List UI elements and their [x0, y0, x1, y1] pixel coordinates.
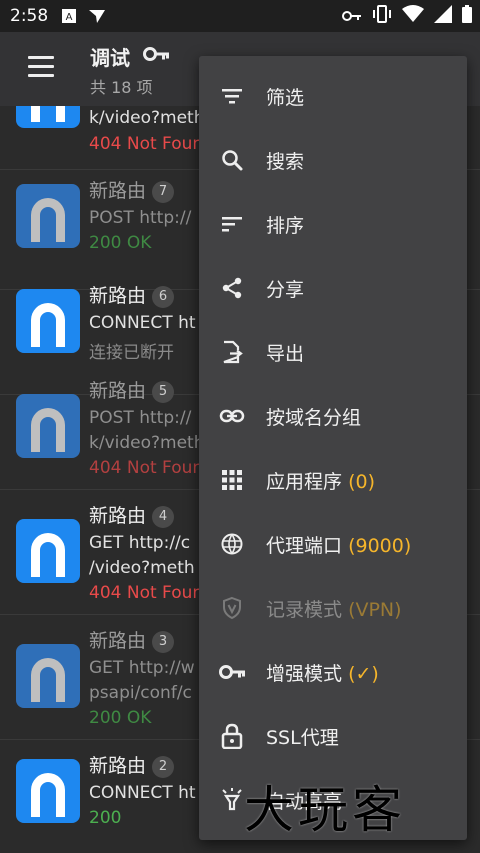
status-text: 200	[89, 808, 122, 828]
menu-item-search[interactable]: 搜索	[199, 128, 467, 192]
overflow-menu: 筛选 搜索 排序 分享 导出 按域名分组 应用程序 (0) 代理端口 (9000…	[199, 56, 467, 840]
export-icon	[219, 339, 245, 365]
menu-item-share[interactable]: 分享	[199, 256, 467, 320]
status-bar: 2:58 A	[0, 0, 480, 32]
key-icon	[219, 659, 245, 685]
apps-grid-icon	[219, 467, 245, 493]
count-badge: 7	[152, 180, 175, 203]
hamburger-menu-icon[interactable]	[28, 56, 62, 82]
item-name: 新路由 6	[89, 281, 175, 308]
status-text: 200 OK	[89, 233, 152, 253]
svg-text:A: A	[66, 12, 73, 23]
route-app-icon	[16, 184, 80, 248]
battery-icon	[462, 5, 472, 27]
menu-item-apps[interactable]: 应用程序 (0)	[199, 448, 467, 512]
signal-icon	[434, 5, 452, 27]
item-count: 共 18 项	[90, 78, 153, 97]
status-text: 404 Not Foun	[89, 134, 204, 154]
item-name: 新路由 4	[89, 501, 175, 528]
watermark-logo: 大玩客	[244, 781, 406, 839]
item-name: 新路由 2	[89, 751, 175, 778]
status-text: 404 Not Foun	[89, 583, 204, 603]
lock-icon	[219, 723, 245, 749]
menu-item-record-mode[interactable]: 记录模式 (VPN)	[199, 576, 467, 640]
request-url: GET http://w	[89, 658, 195, 678]
route-app-icon	[16, 106, 80, 128]
wifi-icon	[402, 5, 424, 27]
request-url: CONNECT ht	[89, 783, 196, 803]
search-icon	[219, 147, 245, 173]
request-url: GET http://c	[89, 533, 191, 553]
item-name: 新路由 7	[89, 176, 175, 203]
item-name: 新路由 5	[89, 376, 175, 403]
request-url: POST http://	[89, 408, 192, 428]
route-app-icon	[16, 519, 80, 583]
route-app-icon	[16, 394, 80, 458]
sort-icon	[219, 211, 245, 237]
signal-flag-icon	[88, 8, 106, 24]
status-text: 404 Not Foun	[89, 458, 204, 478]
route-app-icon	[16, 289, 80, 353]
menu-item-ssl-proxy[interactable]: SSL代理	[199, 704, 467, 768]
count-badge: 5	[152, 380, 175, 403]
request-url: CONNECT ht	[89, 313, 196, 333]
menu-item-filter[interactable]: 筛选	[199, 64, 467, 128]
count-badge: 4	[152, 505, 175, 528]
count-badge: 6	[152, 285, 175, 308]
route-app-icon	[16, 644, 80, 708]
page-title: 调试	[90, 46, 130, 70]
count-badge: 2	[152, 755, 175, 778]
request-url: POST http://	[89, 208, 192, 228]
vpn-shield-icon	[219, 595, 245, 621]
highlight-icon	[219, 787, 245, 813]
menu-item-export[interactable]: 导出	[199, 320, 467, 384]
menu-item-proxy-port[interactable]: 代理端口 (9000)	[199, 512, 467, 576]
menu-item-group-by-domain[interactable]: 按域名分组	[199, 384, 467, 448]
link-icon	[219, 403, 245, 429]
item-name: 新路由 3	[89, 626, 175, 653]
vibrate-icon	[372, 5, 392, 27]
count-badge: 3	[152, 630, 175, 653]
request-url-cont: /video?meth	[89, 558, 195, 578]
menu-item-sort[interactable]: 排序	[199, 192, 467, 256]
status-text: 200 OK	[89, 708, 152, 728]
filter-icon	[219, 83, 245, 109]
globe-icon	[219, 531, 245, 557]
menu-item-enhanced-mode[interactable]: 增强模式 (✓)	[199, 640, 467, 704]
key-icon	[143, 46, 169, 66]
request-url-cont: psapi/conf/c	[89, 683, 192, 703]
key-icon	[342, 7, 362, 26]
request-url: k/video?meth	[89, 108, 205, 128]
status-text: 连接已断开	[89, 343, 174, 363]
a-box-icon: A	[62, 9, 77, 23]
status-time: 2:58	[10, 6, 49, 26]
request-url-cont: k/video?meth	[89, 433, 205, 453]
route-app-icon	[16, 759, 80, 823]
share-icon	[219, 275, 245, 301]
